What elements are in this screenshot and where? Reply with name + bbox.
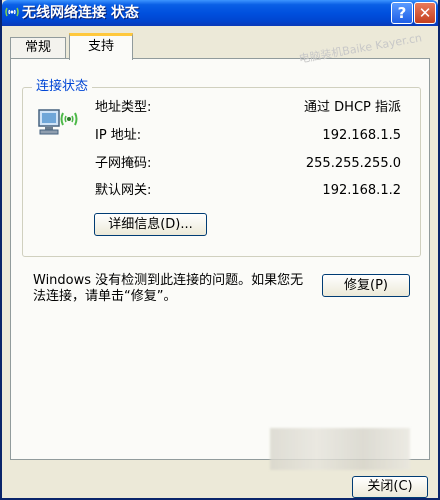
ip-address-label: IP 地址:: [95, 128, 142, 143]
connection-status-legend: 连接状态: [32, 78, 93, 96]
ip-address-value: 192.168.1.5: [322, 128, 401, 143]
dialog-window: 无线网络连接 状态 ? ✕ 常规 支持 电脑装机Baike Kayer.cn 连…: [0, 0, 440, 500]
subnet-mask-label: 子网掩码:: [95, 156, 152, 171]
diagnostic-message: Windows 没有检测到此连接的问题。如果您无法连接，请单击“修复”。: [33, 273, 304, 304]
details-button[interactable]: 详细信息(D)...: [94, 213, 207, 236]
subnet-mask-value: 255.255.255.0: [305, 156, 401, 171]
wireless-network-icon: [36, 104, 82, 144]
tab-general[interactable]: 常规: [10, 37, 66, 59]
default-gateway-value: 192.168.1.2: [322, 183, 401, 198]
title-bar[interactable]: 无线网络连接 状态 ? ✕: [2, 0, 438, 26]
repair-button[interactable]: 修复(P): [322, 274, 410, 297]
window-title: 无线网络连接 状态: [22, 5, 139, 21]
address-type-value: 通过 DHCP 指派: [304, 100, 401, 115]
tab-support[interactable]: 支持: [69, 33, 133, 60]
address-type-label: 地址类型:: [95, 100, 152, 115]
window-close-button[interactable]: ✕: [414, 2, 436, 24]
wireless-icon: [4, 3, 20, 21]
blurred-watermark: [270, 428, 410, 470]
default-gateway-label: 默认网关:: [95, 183, 152, 198]
help-button[interactable]: ?: [391, 2, 413, 24]
close-button[interactable]: 关闭(C): [352, 476, 428, 498]
